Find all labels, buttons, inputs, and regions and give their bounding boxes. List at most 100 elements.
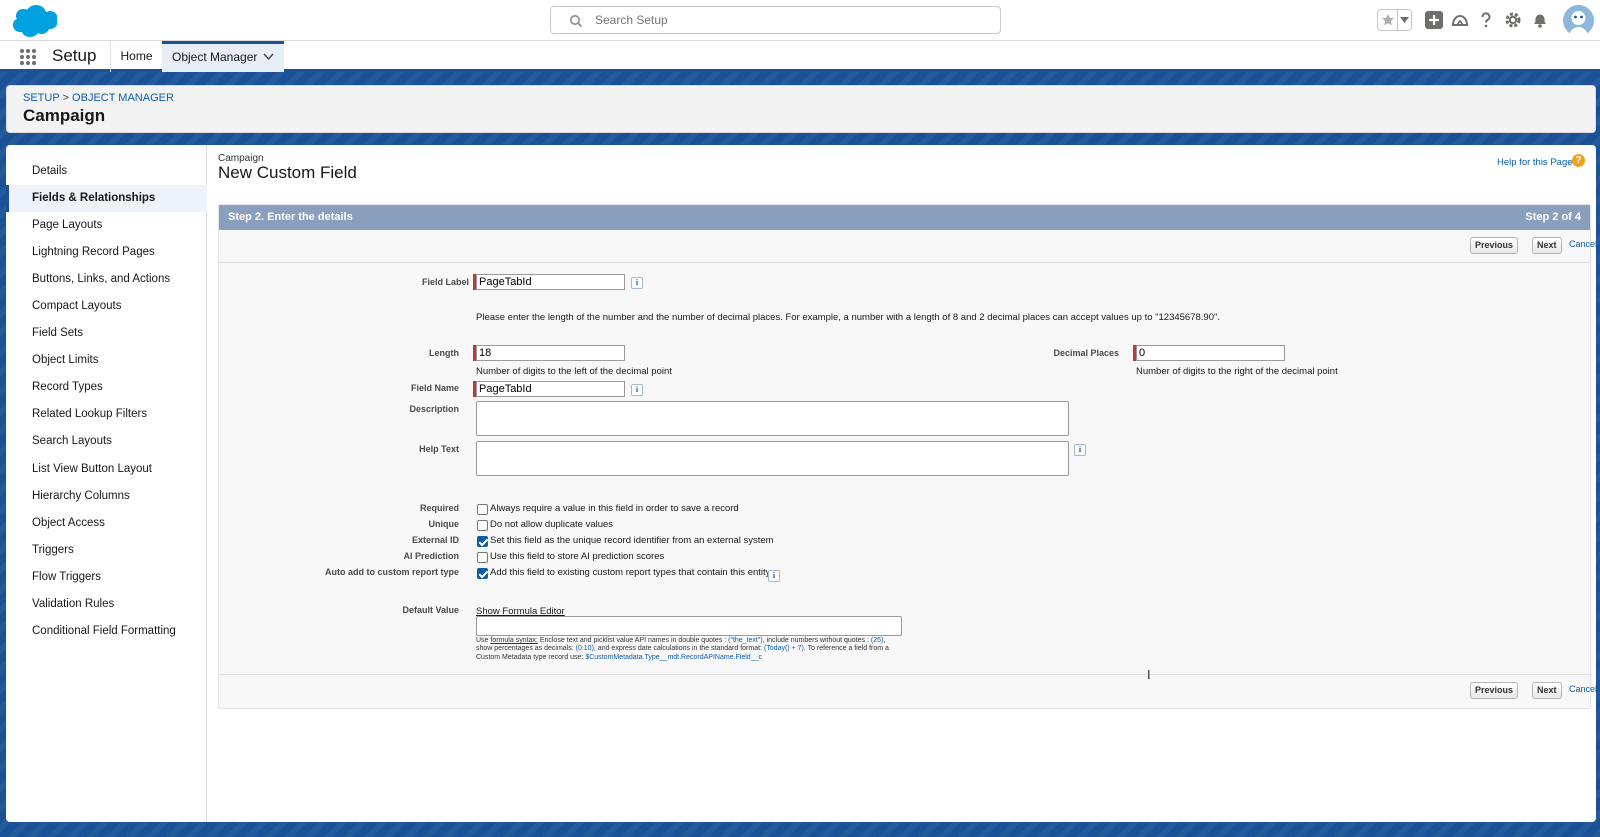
unique-checkbox[interactable]	[477, 520, 488, 531]
breadcrumb-setup[interactable]: SETUP	[23, 92, 59, 104]
next-button[interactable]: Next	[1532, 237, 1562, 254]
sidebar-item-list-view-button-layout[interactable]: List View Button Layout	[6, 456, 207, 483]
unique-label: Unique	[428, 519, 460, 529]
star-icon	[1382, 14, 1394, 26]
field-label-label: Field Label	[421, 277, 469, 287]
help-text-label: Help Text	[419, 444, 459, 454]
description-label: Description	[409, 404, 459, 414]
decimal-places-label: Decimal Places	[1053, 348, 1119, 358]
hint-example: (Today() + 7)	[763, 645, 804, 653]
tab-object-manager[interactable]: Object Manager	[162, 41, 284, 72]
question-icon[interactable]	[1476, 10, 1496, 30]
next-button[interactable]: Next	[1532, 682, 1562, 699]
bottom-button-row: Previous Next Cancel	[219, 674, 1597, 707]
hint-example: (0.10)	[575, 645, 594, 653]
ai-prediction-label: AI Prediction	[403, 551, 459, 561]
auto-add-checkbox[interactable]	[477, 568, 488, 579]
previous-button[interactable]: Previous	[1470, 682, 1519, 699]
auto-add-label: Auto add to custom report type	[324, 567, 459, 577]
bell-icon[interactable]	[1530, 10, 1550, 30]
sidebar-item-page-layouts[interactable]: Page Layouts	[6, 212, 207, 239]
global-header	[0, 0, 1600, 41]
favorites-button[interactable]	[1377, 9, 1412, 31]
info-icon[interactable]: i	[631, 277, 643, 289]
default-value-textarea[interactable]	[476, 616, 902, 636]
hint-example: (25)	[870, 637, 884, 644]
sidebar-item-object-access[interactable]: Object Access	[6, 510, 207, 537]
sidebar-item-object-limits[interactable]: Object Limits	[6, 347, 207, 374]
search-input[interactable]	[595, 11, 985, 29]
breadcrumb-object-manager[interactable]: OBJECT MANAGER	[72, 92, 174, 104]
description-textarea[interactable]	[476, 401, 1069, 436]
decimal-places-input[interactable]	[1136, 345, 1285, 361]
ai-prediction-checkbox[interactable]	[477, 552, 488, 563]
sidebar-item-flow-triggers[interactable]: Flow Triggers	[6, 564, 207, 591]
help-text-textarea[interactable]	[476, 441, 1069, 476]
external-id-text: Set this field as the unique record iden…	[490, 535, 774, 546]
field-name-input[interactable]	[476, 381, 625, 397]
page-heading: New Custom Field	[218, 163, 357, 182]
page-title: Campaign	[23, 106, 106, 125]
sidebar-item-details[interactable]: Details	[6, 158, 207, 185]
app-nav-bar: Setup Home Object Manager	[0, 41, 1600, 72]
tab-home[interactable]: Home	[110, 41, 162, 72]
gear-icon[interactable]	[1503, 10, 1523, 30]
required-text: Always require a value in this field in …	[490, 503, 739, 514]
required-checkbox[interactable]	[477, 504, 488, 515]
tab-object-manager-label: Object Manager	[172, 50, 258, 64]
external-id-checkbox[interactable]	[477, 536, 488, 547]
hint-text: , include numbers without quotes :	[762, 637, 871, 644]
length-input[interactable]	[476, 345, 625, 361]
setup-search-box[interactable]	[550, 6, 1001, 34]
cancel-link[interactable]: Cancel	[1569, 684, 1597, 694]
main-panel: Details Fields & Relationships Page Layo…	[6, 145, 1597, 822]
sidebar-item-fields-relationships[interactable]: Fields & Relationships	[6, 185, 207, 212]
default-value-label: Default Value	[402, 605, 459, 615]
chevron-down-icon[interactable]	[263, 53, 274, 61]
required-label: Required	[419, 503, 459, 513]
app-launcher-icon[interactable]	[19, 48, 37, 66]
sidebar-item-compact-layouts[interactable]: Compact Layouts	[6, 293, 207, 320]
ai-prediction-text: Use this field to store AI prediction sc…	[490, 551, 665, 562]
auto-add-text: Add this field to existing custom report…	[490, 567, 771, 578]
formula-syntax-link[interactable]: formula syntax:	[490, 637, 537, 644]
previous-button[interactable]: Previous	[1470, 237, 1519, 254]
info-icon[interactable]: i	[1074, 444, 1086, 456]
info-icon[interactable]: i	[631, 384, 643, 396]
help-for-page-link[interactable]: Help for this Page	[1497, 157, 1573, 168]
hint-text: Use	[476, 637, 491, 644]
sidebar-item-field-sets[interactable]: Field Sets	[6, 320, 207, 347]
sidebar-item-triggers[interactable]: Triggers	[6, 537, 207, 564]
text-cursor-icon: I	[1147, 667, 1151, 682]
field-name-label: Field Name	[410, 383, 459, 393]
sidebar-item-lightning-record-pages[interactable]: Lightning Record Pages	[6, 239, 207, 266]
chevron-down-icon	[1400, 17, 1409, 23]
trailhead-icon[interactable]	[1450, 10, 1470, 30]
length-label: Length	[429, 348, 459, 358]
avatar-icon[interactable]	[1563, 5, 1594, 36]
formula-hint: Use formula syntax: Enclose text and pic…	[476, 637, 896, 662]
object-header: SETUP > OBJECT MANAGER Campaign	[6, 85, 1596, 133]
step-header: Step 2. Enter the details Step 2 of 4	[219, 205, 1590, 230]
content-area: Campaign New Custom Field Help for this …	[207, 145, 1597, 822]
help-icon[interactable]: ?	[1572, 154, 1585, 167]
object-sidebar: Details Fields & Relationships Page Layo…	[6, 145, 207, 822]
length-help: Number of digits to the left of the deci…	[476, 366, 672, 377]
unique-text: Do not allow duplicate values	[490, 519, 614, 530]
sidebar-item-related-lookup-filters[interactable]: Related Lookup Filters	[6, 401, 207, 428]
step-count: Step 2 of 4	[1525, 211, 1581, 223]
info-icon[interactable]: i	[768, 570, 780, 582]
sidebar-item-hierarchy-columns[interactable]: Hierarchy Columns	[6, 483, 207, 510]
sidebar-item-conditional-field-formatting[interactable]: Conditional Field Formatting	[6, 618, 207, 645]
breadcrumb: SETUP > OBJECT MANAGER	[23, 92, 174, 104]
sidebar-item-buttons-links-actions[interactable]: Buttons, Links, and Actions	[6, 266, 207, 293]
field-label-input[interactable]	[476, 274, 625, 290]
sidebar-item-validation-rules[interactable]: Validation Rules	[6, 591, 207, 618]
cancel-link[interactable]: Cancel	[1569, 239, 1597, 249]
sidebar-item-record-types[interactable]: Record Types	[6, 374, 207, 401]
salesforce-cloud-logo[interactable]	[7, 4, 57, 38]
plus-icon[interactable]	[1424, 10, 1444, 30]
sidebar-item-search-layouts[interactable]: Search Layouts	[6, 428, 207, 455]
hint-text: , and express date calculations in the s…	[593, 645, 764, 653]
external-id-label: External ID	[411, 535, 459, 545]
